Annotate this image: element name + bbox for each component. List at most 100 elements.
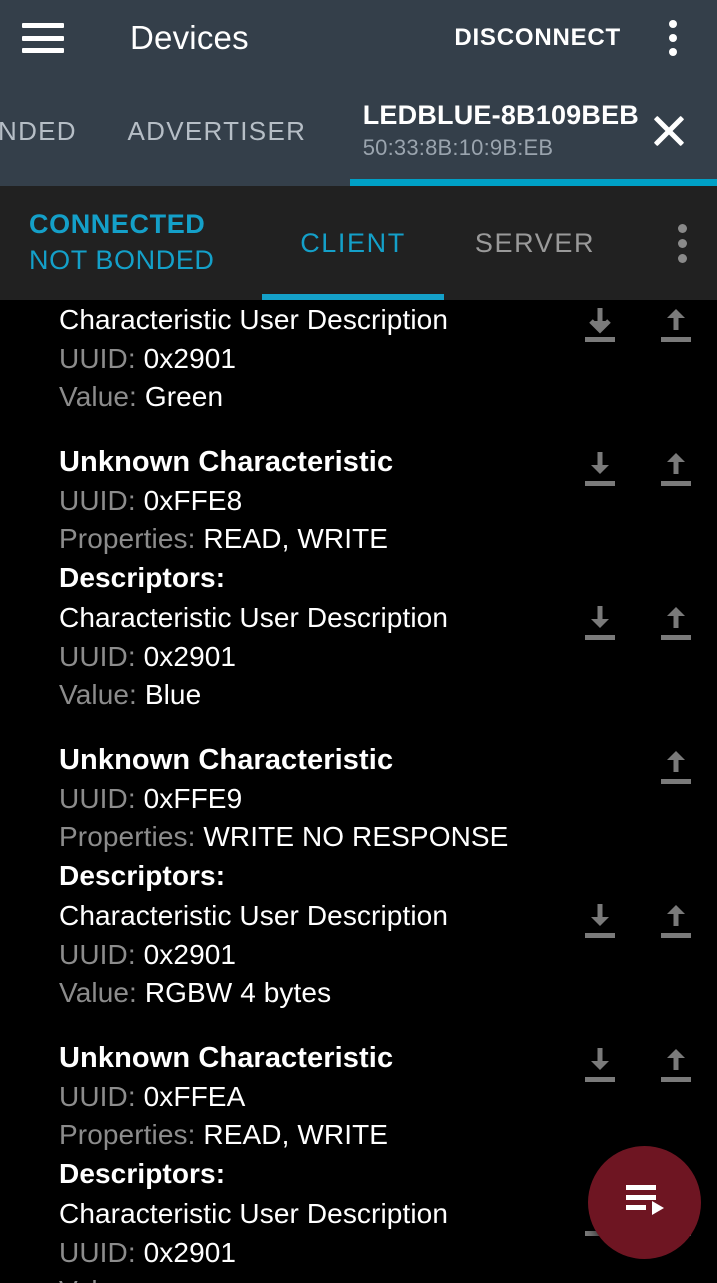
value-value: Blue — [144, 679, 202, 710]
connection-bar: CONNECTED NOT BONDED CLIENT SERVER — [0, 186, 717, 300]
uuid-value: 0x2901 — [143, 641, 237, 672]
uuid-value: 0x2901 — [143, 939, 237, 970]
list-item[interactable]: Unknown Characteristic UUID: 0xFFE8 Prop… — [0, 442, 717, 598]
hamburger-line — [22, 23, 64, 28]
dot — [677, 253, 687, 263]
characteristics-list[interactable]: Characteristic User Description UUID: 0x… — [0, 300, 717, 1283]
device-address: 50:33:8B:10:9B:EB — [362, 134, 554, 160]
uuid-label: UUID: — [59, 939, 136, 970]
dot — [677, 238, 687, 248]
read-icon[interactable] — [579, 602, 621, 646]
tab-client-label: CLIENT — [300, 227, 406, 258]
value-value: Green — [144, 381, 224, 412]
characteristic-actions — [655, 746, 697, 790]
list-item[interactable]: Unknown Characteristic UUID: 0xFFE9 Prop… — [0, 740, 717, 896]
uuid-value: 0xFFEA — [143, 1081, 246, 1112]
app-screen: Devices DISCONNECT NDED ADVERTISER LEDBL… — [0, 0, 717, 1283]
list-item[interactable]: Characteristic User Description UUID: 0x… — [0, 300, 717, 416]
active-tab-indicator — [350, 179, 717, 186]
read-icon[interactable] — [579, 448, 621, 492]
uuid-label: UUID: — [59, 1081, 136, 1112]
value-label: Value: — [59, 679, 137, 710]
descriptor-value-line: Value: Blue — [59, 676, 717, 714]
write-icon[interactable] — [655, 448, 697, 492]
dot — [677, 223, 687, 233]
device-name: LEDBLUE-8B109BEB — [362, 99, 639, 130]
tab-client[interactable]: CLIENT — [262, 186, 444, 300]
write-icon[interactable] — [655, 900, 697, 944]
descriptors-heading: Descriptors: — [59, 860, 226, 891]
tab-advertiser-label: ADVERTISER — [127, 115, 307, 146]
characteristic-uuid-line: UUID: 0xFFE9 — [59, 780, 717, 818]
characteristic-title: Unknown Characteristic — [59, 744, 394, 776]
tab-server-label: SERVER — [474, 227, 596, 258]
value-label: Value: — [59, 1275, 137, 1283]
read-icon[interactable] — [579, 1044, 621, 1088]
uuid-value: 0xFFE9 — [143, 783, 243, 814]
list-item[interactable]: Characteristic User Description UUID: 0x… — [0, 598, 717, 714]
write-icon[interactable] — [655, 602, 697, 646]
read-icon[interactable] — [579, 304, 621, 348]
page-title: Devices — [130, 19, 249, 56]
write-icon[interactable] — [655, 746, 697, 790]
descriptor-value-line: Value: — [59, 1272, 717, 1283]
properties-value: READ, WRITE — [203, 1119, 389, 1150]
overflow-menu-icon[interactable] — [651, 17, 695, 59]
dot — [669, 20, 677, 28]
status-connected: CONNECTED — [29, 209, 206, 240]
uuid-value: 0xFFE8 — [143, 485, 243, 516]
uuid-label: UUID: — [59, 641, 136, 672]
write-icon[interactable] — [655, 1044, 697, 1088]
dot — [669, 34, 677, 42]
uuid-label: UUID: — [59, 783, 136, 814]
descriptor-actions — [579, 602, 697, 646]
value-label: Value: — [59, 381, 137, 412]
device-tab-strip: NDED ADVERTISER LEDBLUE-8B109BEB 50:33:8… — [0, 76, 717, 186]
properties-value: WRITE NO RESPONSE — [203, 821, 509, 852]
disconnect-button[interactable]: DISCONNECT — [450, 16, 625, 60]
status-bonded: NOT BONDED — [29, 245, 215, 275]
characteristic-actions — [579, 448, 697, 492]
uuid-label: UUID: — [59, 343, 136, 374]
tab-device-ledblue[interactable]: LEDBLUE-8B109BEB 50:33:8B:10:9B:EB — [341, 76, 717, 186]
value-value: RGBW 4 bytes — [144, 977, 332, 1008]
properties-label: Properties: — [59, 821, 196, 852]
properties-label: Properties: — [59, 1119, 196, 1150]
properties-label: Properties: — [59, 523, 196, 554]
dot — [669, 48, 677, 56]
list-item[interactable]: Characteristic User Description UUID: 0x… — [0, 896, 717, 1012]
descriptor-actions — [579, 304, 697, 348]
uuid-value: 0x2901 — [143, 1237, 237, 1268]
descriptor-actions — [579, 900, 697, 944]
descriptor-value-line: Value: RGBW 4 bytes — [59, 974, 717, 1012]
playlist-play-icon — [622, 1180, 668, 1225]
tab-advertiser[interactable]: ADVERTISER — [93, 76, 341, 186]
tab-bonded[interactable]: NDED — [0, 76, 93, 186]
hamburger-line — [22, 35, 64, 41]
overflow-menu-icon[interactable] — [647, 186, 717, 300]
value-label: Value: — [59, 977, 137, 1008]
hamburger-menu-icon[interactable] — [22, 23, 64, 53]
app-bar: Devices DISCONNECT — [0, 0, 717, 76]
uuid-value: 0x2901 — [143, 343, 237, 374]
characteristic-properties-line: Properties: WRITE NO RESPONSE — [59, 818, 717, 856]
close-icon[interactable] — [639, 101, 699, 161]
connbar-spacer — [626, 186, 647, 300]
characteristic-properties-line: Properties: READ, WRITE — [59, 1116, 717, 1154]
write-icon[interactable] — [655, 304, 697, 348]
tab-device-texts: LEDBLUE-8B109BEB 50:33:8B:10:9B:EB — [362, 99, 639, 161]
tab-bonded-label: NDED — [0, 115, 77, 146]
properties-value: READ, WRITE — [203, 523, 389, 554]
descriptors-heading: Descriptors: — [59, 562, 226, 593]
uuid-label: UUID: — [59, 1237, 136, 1268]
tab-server[interactable]: SERVER — [444, 186, 626, 300]
connection-status: CONNECTED NOT BONDED — [0, 186, 262, 300]
read-icon[interactable] — [579, 900, 621, 944]
hamburger-line — [22, 48, 64, 53]
uuid-label: UUID: — [59, 485, 136, 516]
characteristic-actions — [579, 1044, 697, 1088]
log-fab-button[interactable] — [588, 1146, 701, 1259]
